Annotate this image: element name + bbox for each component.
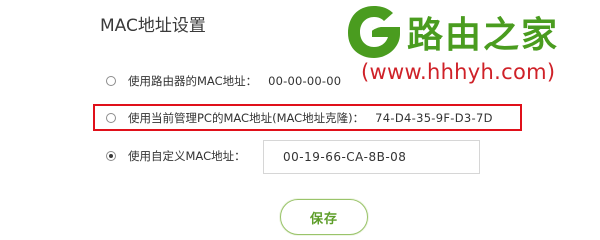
router-mac-radio[interactable] [106, 76, 116, 86]
leaf-logo-icon [348, 6, 400, 58]
clone-pc-mac-value: 74-D4-35-9F-D3-7D [375, 111, 493, 125]
option-custom-mac[interactable]: 使用自定义MAC地址： [106, 146, 246, 166]
custom-mac-label: 使用自定义MAC地址： [128, 149, 246, 163]
watermark-brand: 路由之家 [407, 15, 560, 56]
custom-mac-radio[interactable] [106, 151, 116, 161]
custom-mac-input[interactable]: 00-19-66-CA-8B-08 [263, 140, 480, 174]
page-title: MAC地址设置 [100, 16, 206, 36]
save-button[interactable]: 保存 [280, 199, 368, 235]
clone-pc-mac-radio[interactable] [106, 113, 116, 123]
router-mac-value: 00-00-00-00 [268, 74, 342, 88]
option-router-mac[interactable]: 使用路由器的MAC地址： 00-00-00-00 [106, 71, 341, 91]
clone-pc-mac-label: 使用当前管理PC的MAC地址(MAC地址克隆)： [128, 111, 365, 125]
option-clone-pc-mac[interactable]: 使用当前管理PC的MAC地址(MAC地址克隆)： 74-D4-35-9F-D3-… [106, 108, 493, 128]
watermark-logo: 路由之家 (www.hhhyh.com) [345, 0, 600, 100]
router-mac-label: 使用路由器的MAC地址： [128, 74, 258, 88]
watermark-url: (www.hhhyh.com) [361, 60, 556, 84]
